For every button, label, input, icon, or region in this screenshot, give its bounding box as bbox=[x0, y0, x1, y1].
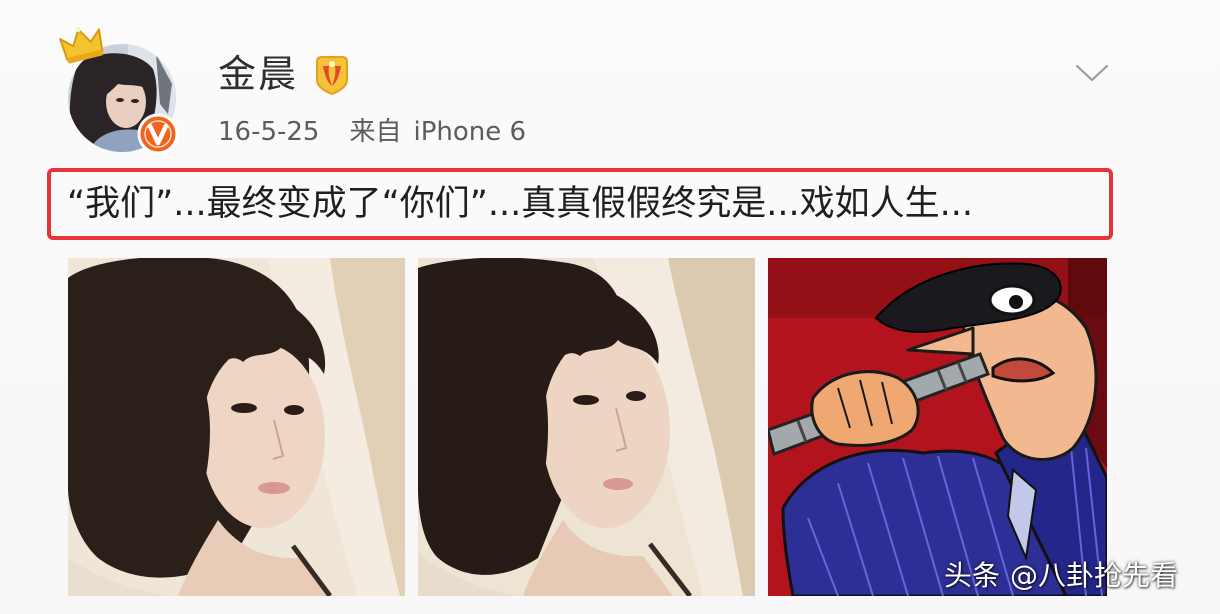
post-date-link[interactable]: 16-5-25 bbox=[218, 117, 319, 147]
watermark-brand: 头条 bbox=[944, 559, 1001, 592]
member-badge-icon[interactable] bbox=[311, 54, 353, 96]
post-image-2[interactable] bbox=[418, 258, 755, 596]
post-source: iPhone 6 bbox=[413, 117, 527, 147]
watermark-handle: @八卦抢先看 bbox=[1010, 559, 1179, 592]
post-image-3[interactable] bbox=[768, 258, 1107, 596]
chevron-down-icon[interactable] bbox=[1074, 62, 1110, 84]
watermark: 头条 @八卦抢先看 bbox=[944, 556, 1178, 596]
post-meta: 16-5-25 来自 iPhone 6 bbox=[218, 114, 526, 150]
post-image-1[interactable] bbox=[68, 258, 405, 596]
author-name[interactable]: 金晨 bbox=[218, 50, 298, 98]
highlight-box: “我们”...最终变成了“你们”...真真假假终究是...戏如人生... bbox=[47, 168, 1113, 240]
source-prefix: 来自 bbox=[349, 117, 402, 147]
post-text: “我们”...最终变成了“你们”...真真假假终究是...戏如人生... bbox=[67, 184, 974, 224]
verified-v-icon bbox=[137, 113, 179, 155]
weibo-post-card: 金晨 16-5-25 来自 iPhone 6 “我们”...最终变成了“你们”...… bbox=[0, 0, 1220, 614]
